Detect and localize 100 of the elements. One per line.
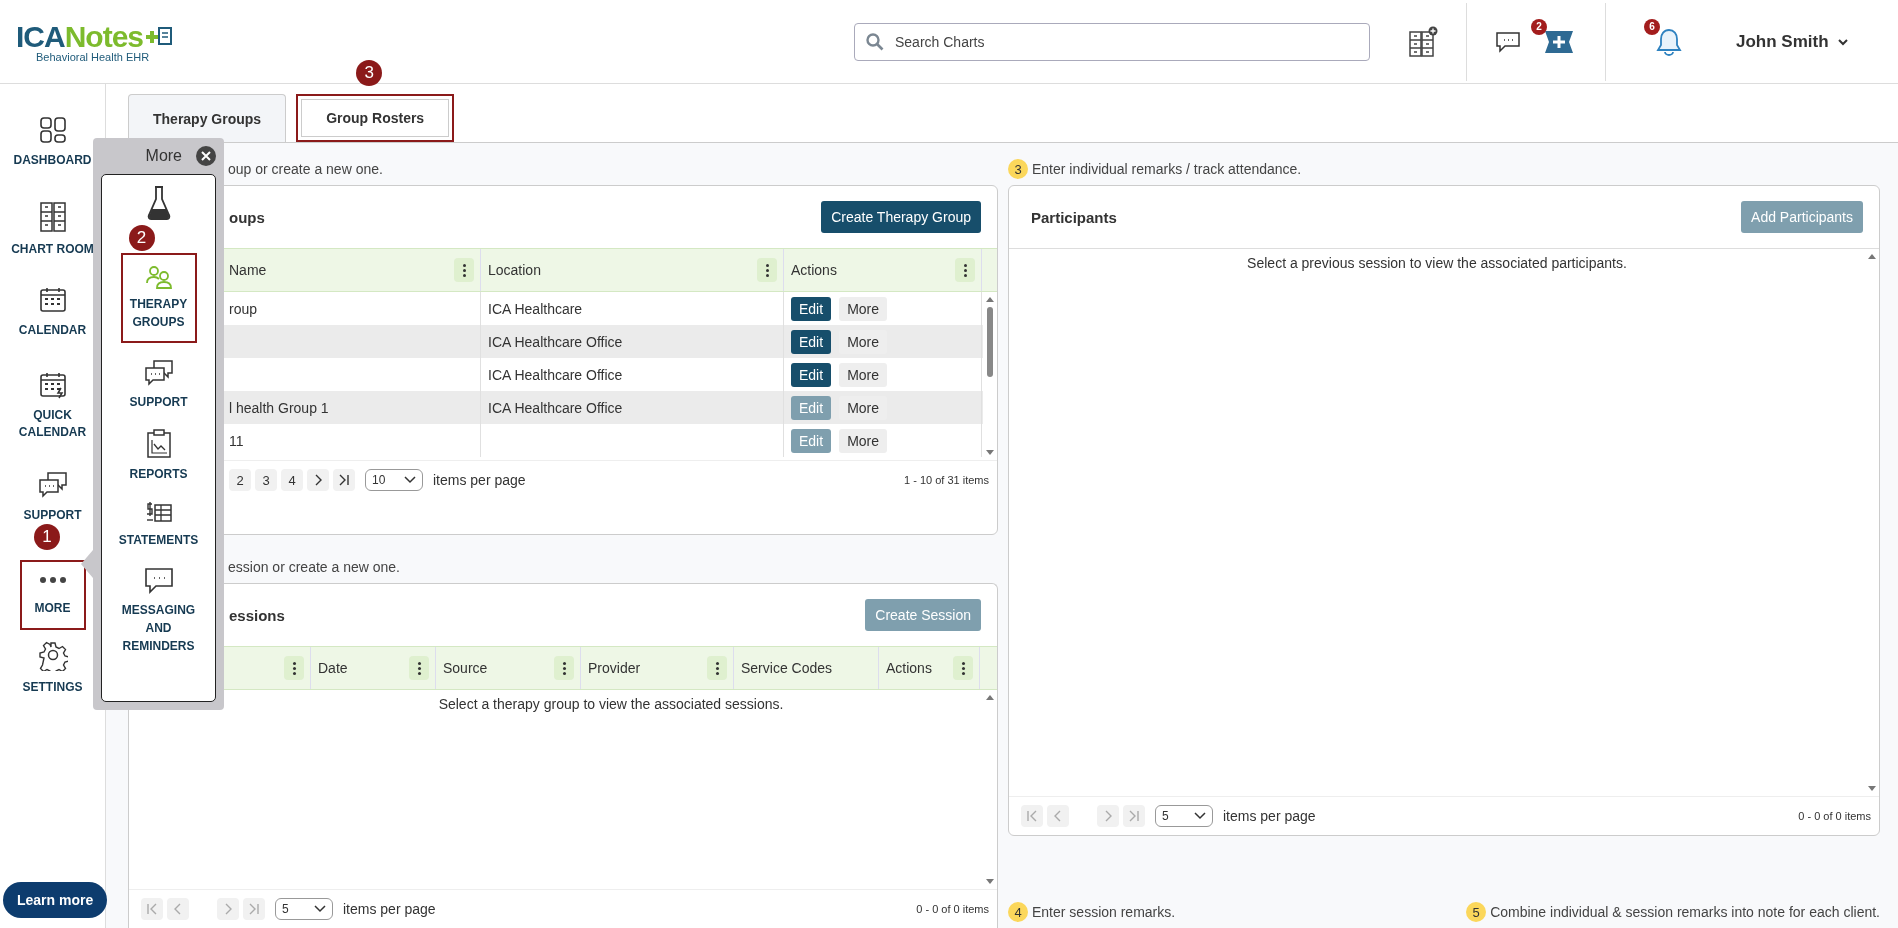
scroll-down-icon[interactable] [1867,785,1877,792]
column-menu-icon[interactable] [707,656,727,680]
sidebar-label: MORE [33,600,72,617]
menu-item[interactable]: THERAPY GROUPS [120,253,197,343]
settings-icon [37,641,68,671]
chevron-down-icon [404,476,416,484]
first-page-icon [146,903,158,915]
table-cell: l health Group 1 [229,399,329,416]
grid-icon [38,116,67,144]
step-number: 4 [1008,902,1028,922]
menu-label: THERAPY GROUPS [128,296,189,331]
column-header: Source [443,660,488,676]
menu-item[interactable]: REPORTS [113,427,204,485]
sidebar-item[interactable]: CHART ROOM [0,197,105,282]
last-page-button[interactable] [333,469,355,491]
column-menu-icon[interactable] [454,258,474,282]
scroll-up-icon[interactable] [985,296,995,303]
tab[interactable]: Group Rosters [296,94,455,142]
create-group-button[interactable]: Create Therapy Group [821,201,981,233]
page-size-label: items per page [433,472,526,488]
sidebar-label: SETTINGS [21,679,84,696]
menu-item[interactable]: SUPPORT [113,357,204,413]
report-chart-icon [145,429,172,459]
page-button[interactable]: 3 [255,469,277,491]
user-menu[interactable]: John Smith [1730,30,1855,53]
edit-button[interactable]: Edit [791,329,832,354]
next-page-button[interactable] [307,469,329,491]
step-marker: 1 [34,524,60,550]
page-size-select[interactable]: 10 [365,469,423,491]
logo-text: ICANotes [16,20,144,53]
sidebar-item[interactable]: QUICK CALENDAR [0,367,105,467]
page-size-select[interactable]: 5 [1155,805,1213,827]
column-header: Service Codes [741,660,833,676]
chevron-right-icon [223,903,233,915]
sidebar-label: SUPPORT [22,507,83,524]
pager-summary: 0 - 0 of 0 items [916,903,989,915]
column-menu-icon[interactable] [955,258,975,282]
column-menu-icon[interactable] [757,258,777,282]
chat-icon [143,567,174,595]
column-menu-icon[interactable] [409,656,429,680]
search-field[interactable]: Search Charts [854,22,1370,61]
column-menu-icon[interactable] [554,656,574,680]
sidebar-item[interactable]: CALENDAR [0,282,105,367]
edit-button[interactable]: Edit [791,362,832,387]
flask-icon [146,185,171,221]
chevron-down-icon [314,905,326,913]
chevron-down-icon [1194,812,1206,820]
bell-icon[interactable] [1654,26,1684,57]
step-marker: 3 [356,60,383,86]
sidebar-item[interactable]: SETTINGS [0,637,105,722]
more-button[interactable]: More [839,296,888,321]
page-button[interactable]: 2 [229,469,251,491]
table-cell: ICA Healthcare Office [488,399,623,416]
step-marker: 2 [128,225,155,251]
instruction-text: oup or create a new one. [228,161,383,177]
search-icon [866,32,884,51]
page-size-label: items per page [1223,808,1316,824]
cabinet-icon[interactable] [1408,25,1438,58]
column-header: Location [488,262,541,278]
sidebar-label: QUICK CALENDAR [17,407,88,442]
page-button[interactable]: 4 [281,469,303,491]
menu-label: SUPPORT [129,394,188,411]
sidebar-item[interactable]: DASHBOARD [0,112,105,197]
menu-title: More [145,147,182,165]
chevron-right-icon [1103,810,1113,822]
instruction-text: ession or create a new one. [228,559,400,575]
scroll-up-icon[interactable] [985,694,995,701]
sidebar-label: CHART ROOM [10,241,95,258]
pager-summary: 1 - 10 of 31 items [904,474,989,486]
scroll-up-icon[interactable] [1867,253,1877,260]
close-button[interactable] [196,146,216,166]
learn-more-button[interactable]: Learn more [3,882,108,918]
chat-bubbles-icon [37,471,68,499]
close-icon [200,150,212,162]
column-menu-icon[interactable] [953,656,973,680]
tab[interactable]: Therapy Groups [128,94,287,142]
column-menu-icon[interactable] [284,656,304,680]
card-title: essions [229,606,285,624]
logo-subtitle: Behavioral Health EHR [36,51,150,63]
instruction-text: Enter individual remarks / track attendance. [1032,161,1302,177]
scroll-down-icon[interactable] [985,449,995,456]
edit-button[interactable]: Edit [791,296,832,321]
menu-item[interactable]: STATEMENTS [113,499,204,551]
more-button[interactable]: More [839,428,888,453]
column-header: Actions [886,660,932,676]
chat-icon[interactable] [1495,30,1521,53]
page-size-label: items per page [343,901,436,917]
more-button[interactable]: More [839,362,888,387]
page-size-select[interactable]: 5 [275,898,333,920]
menu-item[interactable]: MESSAGING AND REMINDERS [113,565,204,657]
last-page-icon [338,474,350,486]
sidebar-item[interactable]: MORE [19,560,86,630]
statement-icon [144,501,173,525]
people-icon [144,265,173,289]
scrollbar-thumb[interactable] [987,307,993,377]
sidebar-label: DASHBOARD [12,152,93,169]
scroll-down-icon[interactable] [985,878,995,885]
calendar-icon [38,371,67,399]
chat-bubbles-icon [143,359,174,387]
menu-label: MESSAGING AND REMINDERS [120,602,197,655]
